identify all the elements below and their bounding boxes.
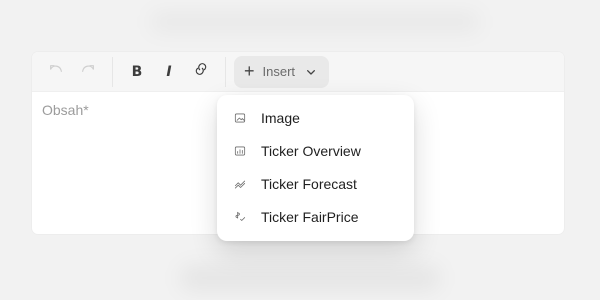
editor-toolbar: B I + Insert	[32, 52, 564, 92]
insert-menu: Image Ticker Overview Ticker Forecast Ti…	[217, 95, 414, 241]
background-blur-top	[150, 12, 480, 32]
link-icon	[193, 61, 209, 82]
redo-icon	[80, 61, 96, 82]
menu-item-ticker-overview[interactable]: Ticker Overview	[217, 134, 414, 167]
menu-item-image[interactable]: Image	[217, 101, 414, 134]
undo-icon	[48, 61, 64, 82]
formatting-controls: B I	[121, 58, 217, 86]
overview-icon	[233, 144, 247, 158]
page-canvas: B I + Insert Obsah* Image Ticker Overvie…	[0, 0, 600, 300]
history-controls	[40, 58, 104, 86]
bold-button[interactable]: B	[123, 58, 151, 86]
undo-button[interactable]	[42, 58, 70, 86]
menu-item-ticker-forecast[interactable]: Ticker Forecast	[217, 167, 414, 200]
italic-button[interactable]: I	[155, 58, 183, 86]
plus-icon: +	[244, 60, 255, 81]
fairprice-icon	[233, 210, 247, 224]
image-icon	[233, 111, 247, 125]
menu-item-label: Ticker Overview	[261, 142, 361, 159]
insert-label: Insert	[262, 64, 296, 79]
bold-icon: B	[131, 63, 143, 80]
link-button[interactable]	[187, 58, 215, 86]
toolbar-divider	[225, 56, 226, 87]
chevron-down-icon	[303, 64, 319, 80]
menu-item-label: Ticker FairPrice	[261, 208, 359, 225]
background-blur-bottom	[180, 265, 440, 291]
toolbar-divider	[112, 56, 113, 87]
italic-icon: I	[166, 63, 172, 80]
menu-item-label: Ticker Forecast	[261, 175, 357, 192]
menu-item-label: Image	[261, 109, 300, 126]
insert-dropdown-button[interactable]: + Insert	[234, 55, 330, 88]
forecast-icon	[233, 177, 247, 191]
menu-item-ticker-fairprice[interactable]: Ticker FairPrice	[217, 200, 414, 233]
redo-button[interactable]	[74, 58, 102, 86]
